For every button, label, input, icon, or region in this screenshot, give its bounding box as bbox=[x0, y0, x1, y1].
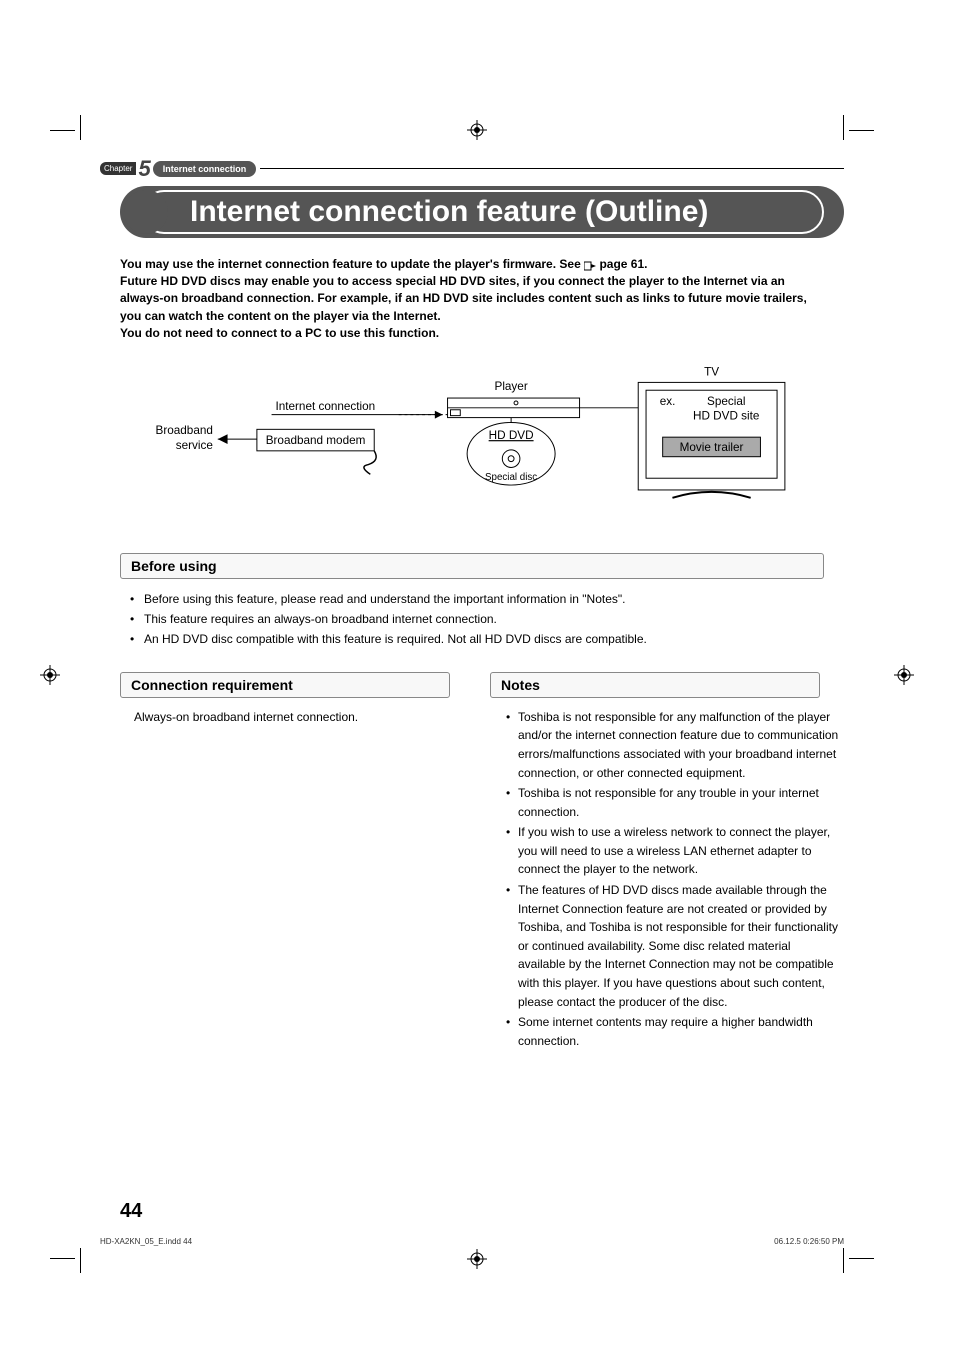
svg-text:service: service bbox=[176, 438, 213, 451]
intro-line3: You do not need to connect to a PC to us… bbox=[120, 326, 439, 340]
crop-mark bbox=[80, 1248, 81, 1273]
list-item: Toshiba is not responsible for any malfu… bbox=[508, 708, 840, 782]
chapter-rule bbox=[260, 168, 844, 169]
page-content: Chapter 5 Internet connection Internet c… bbox=[100, 160, 844, 1241]
intro-text: You may use the internet connection feat… bbox=[120, 256, 824, 343]
title-banner: Internet connection feature (Outline) bbox=[120, 186, 844, 238]
registration-mark-icon bbox=[467, 120, 487, 140]
print-footer: HD-XA2KN_05_E.indd 44 06.12.5 0:26:50 PM bbox=[100, 1237, 844, 1246]
connection-req-heading: Connection requirement bbox=[120, 672, 450, 698]
chapter-number: 5 bbox=[138, 160, 150, 178]
intro-line2: Future HD DVD discs may enable you to ac… bbox=[120, 274, 807, 323]
intro-line1-post: page 61. bbox=[599, 257, 647, 271]
svg-text:Movie trailer: Movie trailer bbox=[680, 440, 744, 453]
crop-mark bbox=[80, 115, 81, 140]
footer-file: HD-XA2KN_05_E.indd 44 bbox=[100, 1237, 192, 1246]
intro-line1-pre: You may use the internet connection feat… bbox=[120, 257, 584, 271]
crop-mark bbox=[849, 1258, 874, 1259]
svg-text:HD DVD: HD DVD bbox=[489, 429, 534, 442]
right-column: Notes Toshiba is not responsible for any… bbox=[490, 672, 840, 1053]
notes-list: Toshiba is not responsible for any malfu… bbox=[508, 708, 840, 1051]
notes-heading: Notes bbox=[490, 672, 820, 698]
crop-mark bbox=[843, 115, 844, 140]
svg-text:ex.: ex. bbox=[660, 394, 676, 407]
svg-text:Internet connection: Internet connection bbox=[275, 399, 375, 412]
crop-mark bbox=[849, 130, 874, 131]
svg-text:Special disc: Special disc bbox=[485, 472, 537, 483]
crop-mark bbox=[50, 130, 75, 131]
svg-text:Broadband modem: Broadband modem bbox=[266, 434, 366, 447]
crop-mark bbox=[50, 1258, 75, 1259]
list-item: Toshiba is not responsible for any troub… bbox=[508, 784, 840, 821]
left-column: Connection requirement Always-on broadba… bbox=[120, 672, 470, 1053]
svg-text:Player: Player bbox=[495, 380, 528, 393]
page-title: Internet connection feature (Outline) bbox=[190, 186, 814, 238]
before-using-heading: Before using bbox=[120, 553, 824, 579]
connection-req-text: Always-on broadband internet connection. bbox=[134, 708, 470, 727]
list-item: An HD DVD disc compatible with this feat… bbox=[134, 629, 824, 649]
list-item: The features of HD DVD discs made availa… bbox=[508, 881, 840, 1011]
before-using-list: Before using this feature, please read a… bbox=[134, 589, 824, 650]
page-number: 44 bbox=[120, 1200, 142, 1223]
svg-text:HD DVD site: HD DVD site bbox=[693, 409, 759, 422]
chapter-label: Chapter bbox=[100, 162, 136, 175]
footer-timestamp: 06.12.5 0:26:50 PM bbox=[774, 1237, 844, 1246]
svg-text:Special: Special bbox=[707, 394, 745, 407]
registration-mark-icon bbox=[40, 665, 60, 685]
list-item: Before using this feature, please read a… bbox=[134, 589, 824, 609]
chapter-header: Chapter 5 Internet connection bbox=[100, 160, 844, 178]
list-item: This feature requires an always-on broad… bbox=[134, 609, 824, 629]
registration-mark-icon bbox=[467, 1249, 487, 1269]
crop-mark bbox=[843, 1248, 844, 1273]
registration-mark-icon bbox=[894, 665, 914, 685]
list-item: Some internet contents may require a hig… bbox=[508, 1013, 840, 1050]
list-item: If you wish to use a wireless network to… bbox=[508, 823, 840, 879]
svg-text:Broadband: Broadband bbox=[156, 424, 213, 437]
page-ref-icon bbox=[584, 259, 596, 269]
chapter-title: Internet connection bbox=[153, 161, 257, 177]
connection-diagram: Broadband service Broadband modem Intern… bbox=[120, 359, 824, 529]
svg-text:TV: TV bbox=[704, 365, 719, 378]
